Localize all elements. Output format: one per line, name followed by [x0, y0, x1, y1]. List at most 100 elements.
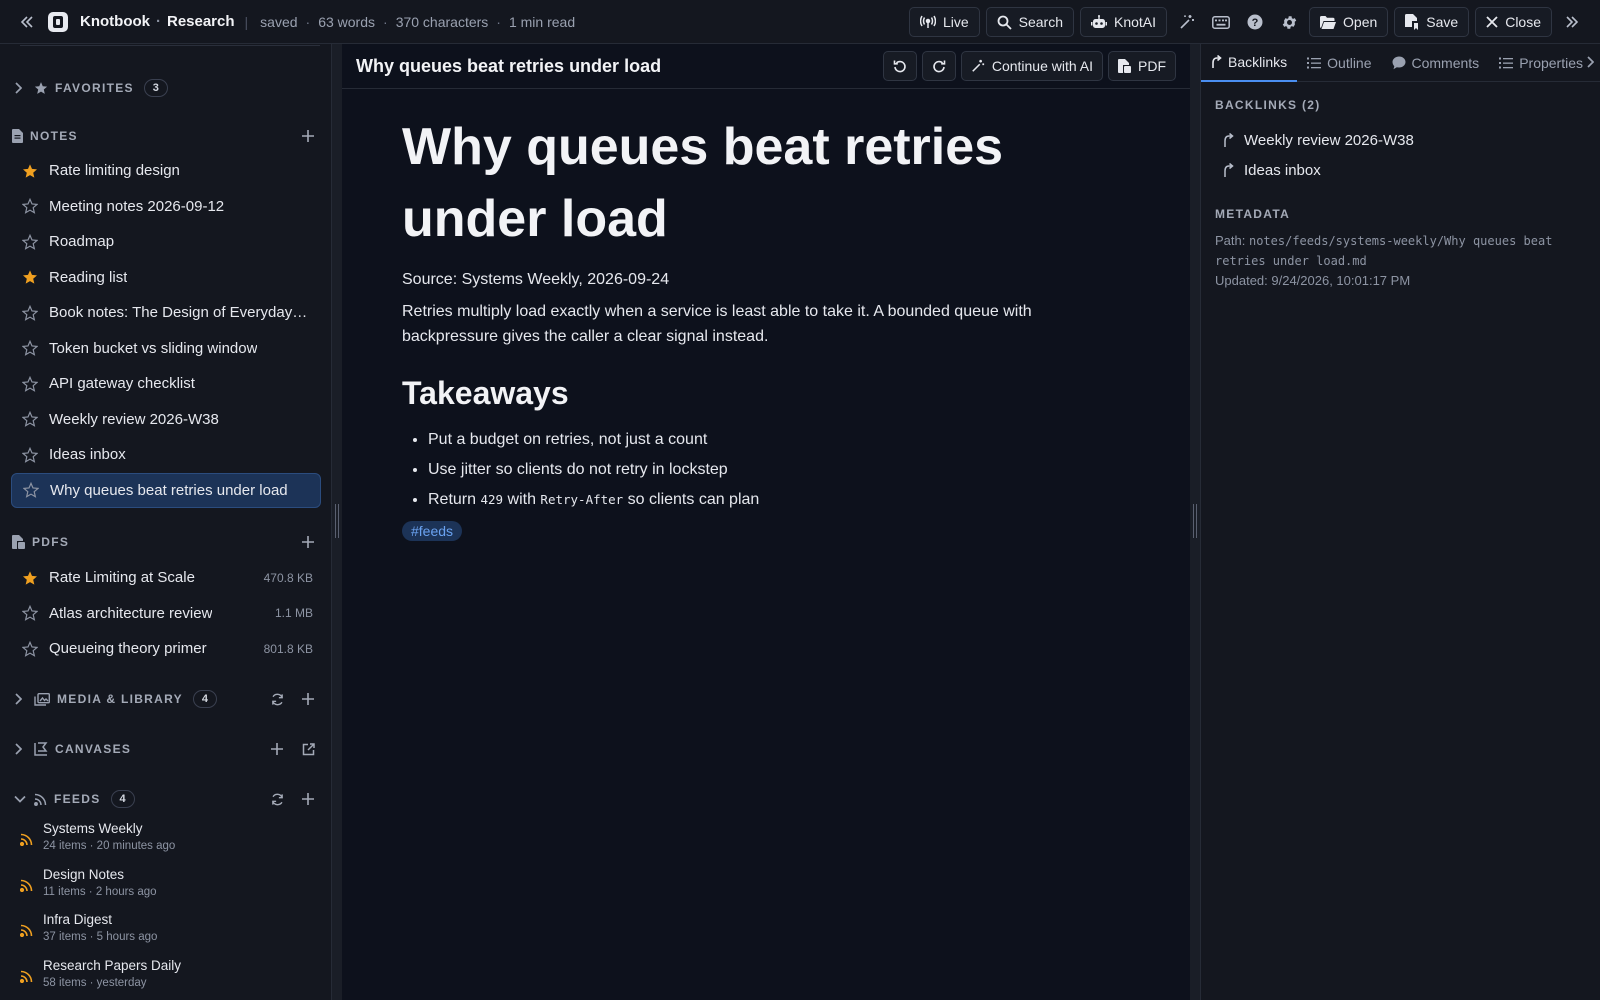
collapse-sidebar-icon[interactable]	[14, 9, 40, 35]
read-time: 1 min read	[508, 13, 576, 30]
add-feed-icon[interactable]	[298, 789, 318, 809]
rss-icon	[20, 879, 34, 906]
save-file-icon	[1405, 14, 1419, 30]
list-item[interactable]: Rate Limiting at Scale 470.8 KB	[11, 560, 321, 595]
feed-name: Systems Weekly	[43, 821, 143, 836]
star-outline-icon[interactable]	[22, 605, 38, 621]
tab-outline[interactable]: Outline	[1297, 44, 1381, 82]
list-item[interactable]: Reading list	[11, 260, 321, 295]
save-button[interactable]: Save	[1394, 7, 1470, 37]
tab-backlinks[interactable]: Backlinks	[1201, 44, 1298, 82]
continue-with-ai-button[interactable]: Continue with AI	[960, 51, 1103, 81]
star-outline-icon[interactable]	[22, 304, 38, 321]
list-item[interactable]: Token bucket vs sliding window	[11, 331, 321, 366]
star-filled-icon[interactable]	[22, 269, 38, 285]
list-item[interactable]: Roadmap	[11, 224, 321, 259]
item-label: API gateway checklist	[49, 375, 195, 392]
backlink-item[interactable]: Ideas inbox	[1223, 157, 1321, 183]
feed-item[interactable]: Systems Weekly 24 items · 20 minutes ago	[20, 820, 320, 860]
keyboard-icon[interactable]	[1207, 7, 1235, 37]
open-button[interactable]: Open	[1309, 7, 1389, 37]
media-title: MEDIA & LIBRARY	[57, 692, 183, 706]
feeds-count: 4	[110, 790, 135, 808]
note-title[interactable]: Why queues beat retries under load	[356, 56, 661, 77]
list-item[interactable]: Queueing theory primer 801.8 KB	[11, 631, 321, 666]
media-count: 4	[192, 690, 217, 708]
refresh-feeds-icon[interactable]	[267, 789, 287, 809]
collapse-right-panel-icon[interactable]	[1558, 7, 1586, 37]
pdfs-title: PDFS	[32, 535, 70, 549]
canvases-section-header[interactable]: CANVASES	[0, 737, 331, 761]
feed-name: Research Papers Daily	[43, 957, 182, 973]
redo-button[interactable]	[921, 51, 956, 81]
star-outline-icon[interactable]	[22, 375, 38, 392]
star-outline-icon[interactable]	[22, 640, 38, 657]
close-button[interactable]: Close	[1475, 7, 1552, 37]
list-item[interactable]: Weekly review 2026-W38	[11, 402, 321, 437]
tab-comments[interactable]: Comments	[1382, 44, 1490, 82]
save-status: saved	[260, 13, 298, 30]
add-pdf-icon[interactable]	[298, 532, 318, 552]
refresh-media-icon[interactable]	[267, 689, 287, 709]
star-filled-icon[interactable]	[22, 163, 38, 179]
char-count: 370 characters	[395, 13, 489, 30]
broadcast-icon	[919, 15, 936, 28]
knotai-button[interactable]: KnotAI	[1080, 7, 1168, 37]
backlink-arrow-icon	[1212, 54, 1222, 68]
inline-code: Retry-After	[540, 492, 624, 507]
list-item[interactable]: Book notes: The Design of Everyday Thing…	[11, 295, 321, 330]
export-pdf-button[interactable]: PDF	[1108, 51, 1176, 81]
pdfs-section-header: PDFS	[0, 530, 331, 554]
search-button[interactable]: Search	[985, 7, 1074, 37]
metadata-heading: METADATA	[1215, 207, 1291, 221]
chevron-right-icon	[14, 693, 30, 705]
star-outline-icon[interactable]	[23, 482, 39, 498]
help-icon[interactable]: ?	[1241, 7, 1269, 37]
feed-item[interactable]: Research Papers Daily 58 items · yesterda…	[20, 957, 320, 997]
list-item[interactable]: API gateway checklist	[11, 366, 321, 401]
magic-wand-icon[interactable]	[1173, 7, 1201, 37]
editor-pane: Why queues beat retries under load Conti…	[342, 44, 1190, 1000]
favorites-section-header[interactable]: FAVORITES 3	[0, 76, 331, 100]
right-resize-handle[interactable]	[1190, 44, 1200, 1000]
star-outline-icon[interactable]	[22, 198, 38, 214]
tab-properties[interactable]: Properties	[1489, 44, 1593, 82]
add-media-icon[interactable]	[298, 689, 318, 709]
live-button[interactable]: Live	[908, 7, 980, 37]
feeds-section-header[interactable]: FEEDS 4	[0, 787, 331, 811]
media-section-header[interactable]: MEDIA & LIBRARY 4	[0, 687, 331, 711]
undo-button[interactable]	[882, 51, 917, 81]
star-outline-icon[interactable]	[22, 446, 38, 463]
item-label: Why queues beat retries under load	[50, 481, 288, 499]
add-note-icon[interactable]	[298, 126, 318, 146]
left-resize-handle[interactable]	[332, 44, 342, 1000]
list-item[interactable]: Rate limiting design	[11, 153, 321, 188]
star-filled-icon[interactable]	[22, 570, 38, 586]
chevron-right-icon[interactable]	[1586, 56, 1594, 68]
backlink-item[interactable]: Weekly review 2026-W38	[1223, 127, 1414, 153]
favorites-count: 3	[143, 79, 168, 97]
chevron-down-icon	[14, 795, 30, 803]
backlink-label: Ideas inbox	[1244, 161, 1321, 179]
document-heading: Why queues beat retries under load	[402, 118, 1004, 248]
pdf-file-icon	[1118, 59, 1131, 73]
feeds-title: FEEDS	[54, 792, 101, 806]
star-outline-icon[interactable]	[22, 233, 38, 250]
add-canvas-icon[interactable]	[267, 739, 287, 759]
list-item[interactable]: Why queues beat retries under load	[11, 472, 321, 508]
file-size: 470.8 KB	[263, 570, 313, 585]
feed-item[interactable]: Infra Digest 37 items · 5 hours ago	[20, 911, 320, 951]
star-outline-icon[interactable]	[22, 340, 38, 356]
gear-icon[interactable]	[1275, 7, 1303, 37]
close-icon	[1486, 16, 1498, 28]
backlink-arrow-icon	[1223, 162, 1234, 178]
star-outline-icon[interactable]	[22, 411, 38, 427]
open-external-icon[interactable]	[298, 739, 318, 759]
item-label: Reading list	[49, 268, 128, 286]
feed-item[interactable]: Design Notes 11 items · 2 hours ago	[20, 866, 320, 906]
list-item[interactable]: Atlas architecture review 1.1 MB	[11, 596, 321, 631]
list-item[interactable]: Ideas inbox	[11, 437, 321, 472]
list-item[interactable]: Meeting notes 2026-09-12	[11, 189, 321, 224]
tag-feeds[interactable]: #feeds	[402, 521, 463, 541]
document-body[interactable]: Why queues beat retries under load Sourc…	[402, 89, 1122, 541]
